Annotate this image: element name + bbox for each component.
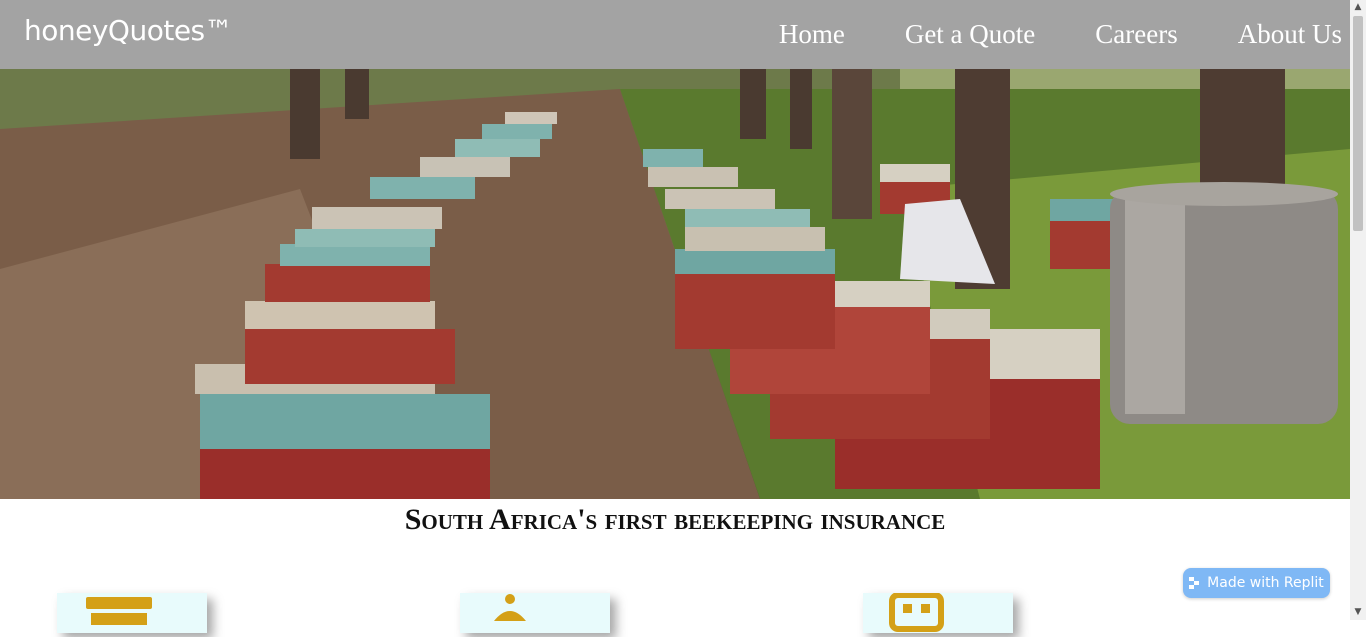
badge-label: Made with Replit bbox=[1207, 575, 1324, 591]
hero-image bbox=[0, 69, 1350, 499]
page-headline: South Africa's first beekeeping insuranc… bbox=[404, 503, 946, 536]
nav-about-us[interactable]: About Us bbox=[1238, 19, 1342, 50]
scroll-up-icon[interactable]: ▲ bbox=[1353, 2, 1363, 12]
feature-card-beekeeper[interactable] bbox=[460, 593, 610, 633]
nav-links: Home Get a Quote Careers About Us bbox=[719, 0, 1342, 69]
beekeeper-icon bbox=[494, 594, 526, 621]
nav-home[interactable]: Home bbox=[779, 19, 845, 50]
brand-logo[interactable]: honeyQuotes™ bbox=[24, 14, 233, 47]
vertical-scrollbar[interactable]: ▲ ▼ bbox=[1350, 0, 1366, 620]
hive-icon bbox=[86, 597, 152, 625]
navbar: honeyQuotes™ Home Get a Quote Careers Ab… bbox=[0, 0, 1350, 69]
feature-card-robot[interactable] bbox=[863, 592, 1013, 633]
robot-icon bbox=[889, 592, 944, 632]
scrollbar-thumb[interactable] bbox=[1353, 16, 1363, 231]
nav-careers[interactable]: Careers bbox=[1095, 19, 1177, 50]
beehives-illustration bbox=[0, 69, 1350, 499]
scroll-down-icon[interactable]: ▼ bbox=[1353, 607, 1363, 617]
replit-icon bbox=[1189, 577, 1200, 589]
nav-get-a-quote[interactable]: Get a Quote bbox=[905, 19, 1035, 50]
made-with-replit-badge[interactable]: Made with Replit bbox=[1183, 568, 1330, 598]
feature-card-hive[interactable] bbox=[57, 593, 207, 633]
